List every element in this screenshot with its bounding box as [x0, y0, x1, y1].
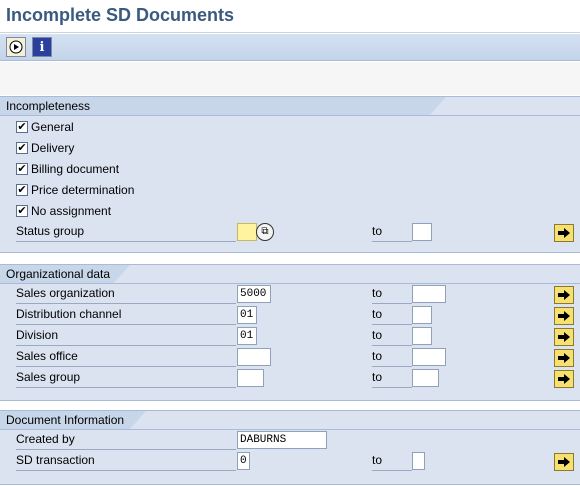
multiple-selection-button[interactable] [554, 224, 574, 242]
to-label: to [372, 349, 412, 367]
checkbox-delivery[interactable]: ✔ [16, 142, 28, 154]
organizational-data-group-title: Organizational data [0, 265, 130, 283]
checkbox-no-assignment[interactable]: ✔ [16, 205, 28, 217]
status-group-row: Status group ⧉ to [0, 222, 580, 243]
checkbox-row-general: ✔ General [0, 118, 580, 139]
execute-button[interactable] [6, 37, 26, 57]
checkbox-price-determination[interactable]: ✔ [16, 184, 28, 196]
multiple-selection-button[interactable] [554, 453, 574, 471]
page-title: Incomplete SD Documents [6, 5, 235, 25]
checkbox-label: General [31, 120, 74, 134]
sd-transaction-from-input[interactable]: 0 [237, 452, 250, 470]
to-label: to [372, 370, 412, 388]
arrow-right-icon [558, 332, 570, 342]
multiple-selection-button[interactable] [554, 307, 574, 325]
arrow-right-icon [558, 457, 570, 467]
sd-transaction-label: SD transaction [16, 453, 236, 471]
organizational-data-group: Organizational data Sales organization 5… [0, 264, 580, 401]
to-label: to [372, 307, 412, 325]
checkbox-label: Delivery [31, 141, 75, 155]
checkbox-row-price: ✔ Price determination [0, 181, 580, 202]
sales-organization-to-input[interactable] [412, 285, 446, 303]
document-information-group-title: Document Information [0, 411, 146, 429]
division-to-input[interactable] [412, 327, 432, 345]
distribution-channel-from-input[interactable]: 01 [237, 306, 257, 324]
distribution-channel-label: Distribution channel [16, 307, 236, 325]
document-information-group: Document Information Created by DABURNS … [0, 410, 580, 485]
multiple-selection-button[interactable] [554, 349, 574, 367]
checkbox-billing-document[interactable]: ✔ [16, 163, 28, 175]
arrow-right-icon [558, 290, 570, 300]
arrow-right-icon [558, 311, 570, 321]
matchcode-button[interactable]: ⧉ [256, 223, 274, 241]
division-label: Division [16, 328, 236, 346]
to-label: to [372, 453, 412, 471]
checkbox-label: No assignment [31, 204, 112, 218]
status-group-from-input[interactable] [237, 223, 257, 241]
to-label: to [372, 224, 412, 242]
arrow-right-icon [558, 374, 570, 384]
info-button[interactable]: i [32, 37, 52, 57]
arrow-right-icon [558, 353, 570, 363]
execute-icon [9, 40, 23, 54]
division-row: Division 01 to [0, 326, 580, 347]
sales-organization-row: Sales organization 5000 to [0, 284, 580, 305]
multiple-selection-button[interactable] [554, 370, 574, 388]
created-by-label: Created by [16, 432, 236, 450]
checkbox-row-no-assignment: ✔ No assignment [0, 202, 580, 223]
checkbox-label: Billing document [31, 162, 120, 176]
status-group-to-input[interactable] [412, 223, 432, 241]
created-by-row: Created by DABURNS [0, 430, 580, 451]
spacer [0, 62, 580, 95]
distribution-channel-to-input[interactable] [412, 306, 432, 324]
checkbox-label: Price determination [31, 183, 135, 197]
to-label: to [372, 328, 412, 346]
possible-entries-icon: ⧉ [261, 226, 269, 237]
sales-office-row: Sales office to [0, 347, 580, 368]
multiple-selection-button[interactable] [554, 286, 574, 304]
sales-organization-label: Sales organization [16, 286, 236, 304]
application-toolbar: i [0, 34, 580, 61]
division-from-input[interactable]: 01 [237, 327, 257, 345]
checkbox-row-billing: ✔ Billing document [0, 160, 580, 181]
sales-office-from-input[interactable] [237, 348, 271, 366]
checkbox-general[interactable]: ✔ [16, 121, 28, 133]
info-icon: i [39, 39, 45, 55]
created-by-input[interactable]: DABURNS [237, 431, 327, 449]
multiple-selection-button[interactable] [554, 328, 574, 346]
arrow-right-icon [558, 228, 570, 238]
incompleteness-group: Incompleteness ✔ General ✔ Delivery ✔ Bi… [0, 96, 580, 253]
to-label: to [372, 286, 412, 304]
distribution-channel-row: Distribution channel 01 to [0, 305, 580, 326]
sales-office-to-input[interactable] [412, 348, 446, 366]
sales-office-label: Sales office [16, 349, 236, 367]
sales-group-row: Sales group to [0, 368, 580, 389]
sales-group-to-input[interactable] [412, 369, 439, 387]
sales-organization-from-input[interactable]: 5000 [237, 285, 271, 303]
checkbox-row-delivery: ✔ Delivery [0, 139, 580, 160]
sales-group-label: Sales group [16, 370, 236, 388]
title-bar: Incomplete SD Documents [0, 0, 580, 33]
incompleteness-group-title: Incompleteness [0, 97, 446, 115]
sd-transaction-row: SD transaction 0 to [0, 451, 580, 472]
sd-transaction-to-input[interactable] [412, 452, 425, 470]
status-group-label: Status group [16, 224, 236, 242]
sales-group-from-input[interactable] [237, 369, 264, 387]
